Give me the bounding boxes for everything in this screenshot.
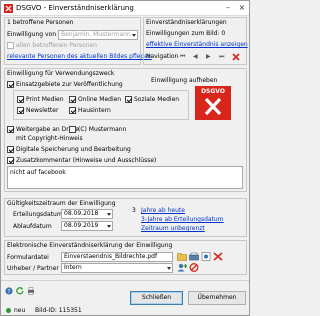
years-from-today-link[interactable]: Jahre ab heute — [141, 207, 185, 215]
apply-button[interactable]: Übernehmen — [188, 291, 246, 305]
status-dot — [6, 308, 11, 313]
chevron-down-icon — [107, 213, 111, 216]
newsletter-label: Newsletter — [26, 107, 59, 114]
show-consents-link[interactable]: effektive Einverständnis anzeigen — [146, 41, 248, 49]
revoke-x-icon — [204, 97, 222, 116]
consents-count: Einwilligungen zum Bild: 0 — [146, 30, 226, 37]
comment-label: Zusatzkommentar (Hinweise und Ausschlüss… — [16, 157, 157, 164]
form-file-label: Formulardatei — [7, 254, 49, 261]
chevron-down-icon — [167, 267, 171, 270]
nav-next-icon[interactable]: ▶ — [206, 53, 211, 61]
delete-icon[interactable] — [232, 53, 240, 61]
person-select[interactable]: Benjamin, Mustermann — [58, 30, 138, 40]
expiry-date-value: 08.09.2019 — [64, 222, 99, 229]
consents-header: Einverständniserklärungen — [146, 19, 227, 26]
remove-partner-icon[interactable] — [189, 263, 199, 272]
comment-value: nicht auf facebook — [10, 169, 66, 176]
publication-label: Einsatzgebiete zur Veröffentlichung — [16, 81, 123, 88]
persons-count: 1 betroffene Personen — [7, 19, 74, 26]
status-new: neu — [14, 307, 26, 314]
social-media-label: Soziale Medien — [134, 96, 180, 103]
image-id: Bild-ID: 115351 — [35, 307, 82, 314]
close-icon[interactable]: × — [236, 3, 248, 14]
person-select-value: Benjamin, Mustermann — [61, 31, 131, 38]
all-persons-checkbox[interactable] — [7, 42, 14, 49]
refresh-icon[interactable] — [16, 287, 24, 295]
comment-checkbox[interactable] — [7, 157, 14, 164]
author-label: Urheber / Partner — [7, 265, 59, 272]
navigation-label: Navigation — [146, 53, 179, 60]
all-persons-label: allen betroffenen Personen — [16, 42, 97, 49]
form-file-field[interactable]: Einverstaendnis_Bildrechte.pdf — [61, 252, 173, 262]
view-icon[interactable] — [201, 252, 211, 261]
print-media-checkbox[interactable] — [17, 96, 24, 103]
thirdparty-checkbox[interactable] — [7, 126, 14, 133]
form-file-value: Einverstaendnis_Bildrechte.pdf — [64, 253, 158, 260]
consent-of-label: Einwilligung von — [7, 31, 56, 38]
newsletter-checkbox[interactable] — [17, 107, 24, 114]
online-media-label: Online Medien — [78, 96, 122, 103]
consent-dialog: DSGVO - Einverständniserklärung – × 1 be… — [0, 0, 250, 316]
comment-textarea[interactable]: nicht auf facebook — [7, 166, 243, 189]
footer-divider — [1, 280, 249, 281]
print-icon[interactable] — [27, 287, 35, 295]
revoke-label: Einwilligung aufheben — [151, 77, 218, 84]
nav-prev-icon[interactable]: ◀ — [193, 53, 198, 61]
title-bar[interactable]: DSGVO - Einverständniserklärung – × — [1, 1, 249, 16]
media-group — [13, 90, 189, 120]
app-icon — [4, 4, 13, 13]
social-media-checkbox[interactable] — [125, 96, 132, 103]
years-value[interactable]: 3 — [132, 207, 136, 215]
revoke-button[interactable]: DSGVO — [195, 86, 231, 120]
unlimited-link[interactable]: Zeitraum unbegrenzt — [141, 225, 205, 233]
digital-storage-label: Digitale Speicherung und Bearbeitung — [16, 146, 131, 153]
expiry-date-picker[interactable]: 08.09.2019 — [61, 221, 113, 231]
purpose-header: Einwilligung für Verwendungszweck — [7, 70, 115, 77]
years-from-issue-link[interactable]: 3-Jahre ab Erteilungsdatum — [141, 216, 224, 224]
print-media-label: Print Medien — [26, 96, 64, 103]
validity-header: Gültigkeitszeitraum der Einwilligung — [7, 200, 116, 207]
expiry-date-label: Ablaufdatum — [13, 223, 52, 230]
minimize-icon[interactable]: – — [222, 3, 234, 14]
issue-date-value: 08.09.2018 — [64, 210, 99, 217]
close-button[interactable]: Schließen — [130, 291, 183, 305]
dsgvo-logo-text: DSGVO — [201, 88, 225, 95]
scan-icon[interactable] — [189, 252, 199, 261]
copyright-checkbox[interactable] — [69, 126, 76, 133]
issue-date-label: Erteilungsdatum — [13, 211, 63, 218]
add-partner-icon[interactable] — [177, 263, 187, 272]
electronic-header: Elektronische Einverständniserklärung de… — [7, 242, 173, 249]
chevron-down-icon — [107, 225, 111, 228]
digital-storage-checkbox[interactable] — [7, 146, 14, 153]
help-icon[interactable]: ? — [5, 287, 13, 295]
copyright-label: (C) Mustermann — [78, 126, 127, 133]
remove-file-icon[interactable] — [213, 252, 223, 261]
online-media-checkbox[interactable] — [69, 96, 76, 103]
nav-last-icon[interactable]: ⏭ — [219, 53, 224, 61]
svg-text:?: ? — [7, 288, 10, 295]
relevant-persons-link[interactable]: relevante Personen des aktuellen Bildes … — [7, 53, 152, 61]
folder-open-icon[interactable] — [177, 252, 187, 261]
author-select[interactable]: Intern — [61, 263, 173, 273]
nav-first-icon[interactable]: ⏮ — [180, 53, 185, 61]
chevron-down-icon — [132, 34, 136, 37]
internal-checkbox[interactable] — [69, 107, 76, 114]
author-value: Intern — [64, 264, 82, 271]
window-title: DSGVO - Einverständniserklärung — [16, 4, 134, 12]
internal-label: Hausintern — [78, 107, 111, 114]
copyright-hint-label: mit Copyright-Hinweis — [16, 135, 83, 142]
publication-checkbox[interactable] — [7, 81, 14, 88]
issue-date-picker[interactable]: 08.09.2018 — [61, 209, 113, 219]
